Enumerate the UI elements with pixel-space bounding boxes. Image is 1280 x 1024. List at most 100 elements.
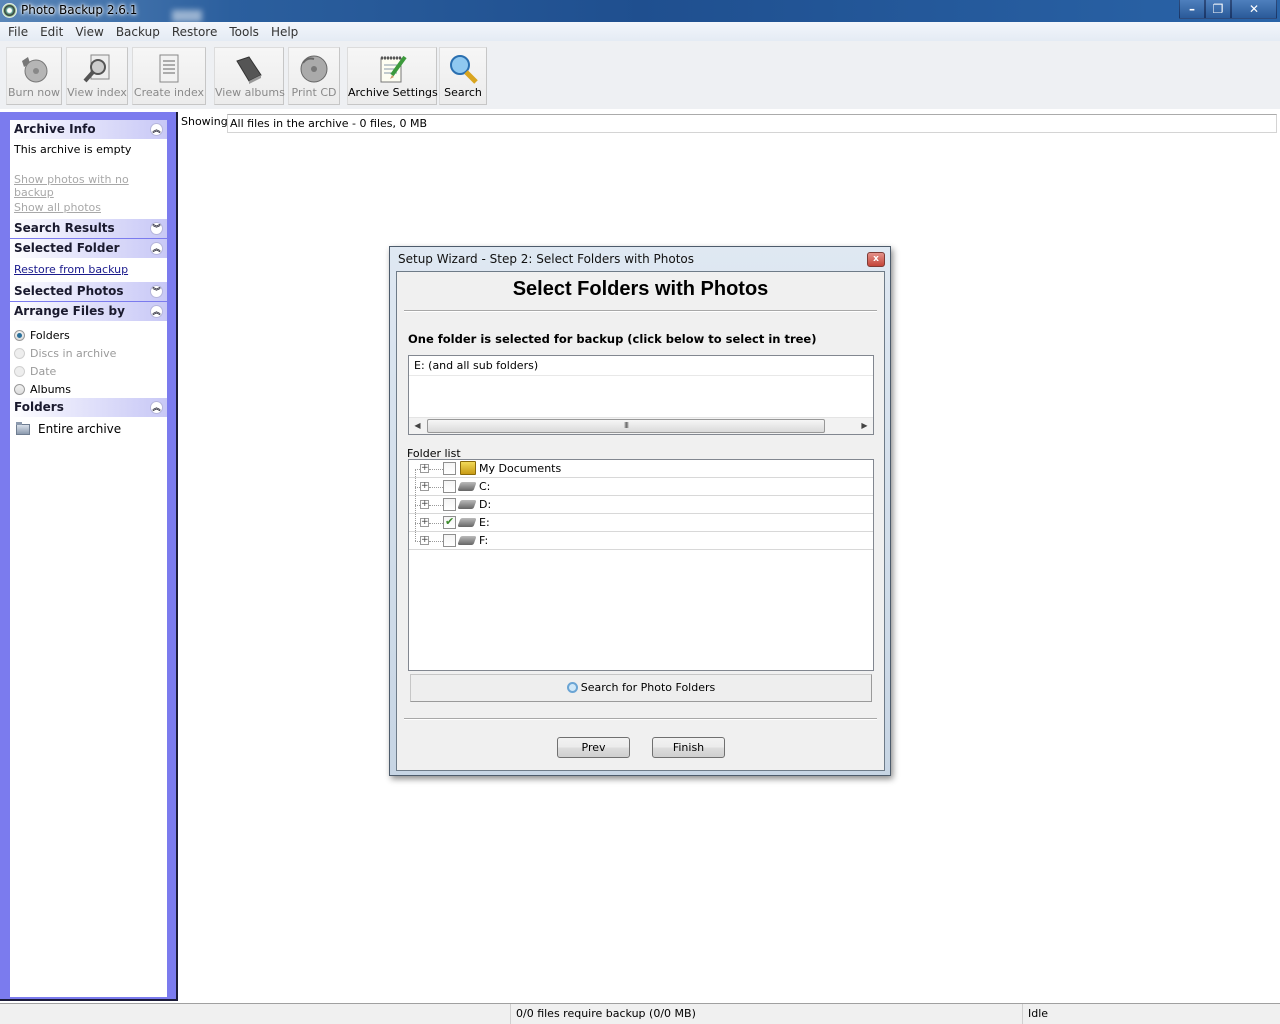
app-cd-icon (2, 3, 17, 18)
drive-icon (457, 518, 477, 527)
search-results-title: Search Results (14, 221, 115, 235)
search-button[interactable]: Search (439, 47, 487, 105)
tree-row-d[interactable]: + D: (409, 496, 873, 514)
menu-tools[interactable]: Tools (223, 25, 265, 39)
radio-button[interactable] (14, 365, 25, 377)
arrange-files-header[interactable]: Arrange Files by ︽ (10, 302, 167, 321)
tree-label: E: (479, 516, 490, 529)
show-all-photos-link[interactable]: Show all photos (14, 201, 163, 214)
folder-tree[interactable]: + My Documents + C: + D: + ✔ E: + F: (408, 459, 874, 671)
selected-folder-header[interactable]: Selected Folder ︽ (10, 239, 167, 258)
collapse-chevron-icon[interactable]: ︽ (150, 123, 163, 136)
status-separator (1022, 1004, 1023, 1024)
menu-view[interactable]: View (69, 25, 109, 39)
view-index-button[interactable]: View index (66, 47, 128, 105)
arrange-option-discs[interactable]: Discs in archive (14, 344, 163, 362)
my-documents-icon (460, 461, 476, 475)
burn-now-button[interactable]: Burn now (6, 47, 62, 105)
folder-checkbox-checked[interactable] (443, 515, 456, 529)
left-panel: Archive Info ︽ This archive is empty Sho… (0, 112, 178, 1001)
option-label: Folders (30, 328, 70, 342)
finish-button[interactable]: Finish (652, 737, 725, 758)
arrange-option-date[interactable]: Date (14, 362, 163, 380)
create-index-button[interactable]: Create index (132, 47, 206, 105)
search-photo-folders-button[interactable]: Search for Photo Folders (410, 674, 872, 702)
scroll-left-arrow-icon[interactable]: ◀ (409, 418, 426, 434)
prev-button[interactable]: Prev (557, 737, 630, 758)
search-label: Search (444, 86, 482, 99)
tree-connector (429, 541, 443, 542)
idle-status-text: Idle (1028, 1007, 1049, 1020)
tree-row-my-documents[interactable]: + My Documents (409, 460, 873, 478)
drive-icon (457, 500, 477, 509)
menu-file[interactable]: File (2, 25, 34, 39)
radio-button[interactable] (14, 347, 25, 359)
create-index-label: Create index (133, 86, 205, 99)
magnifier-icon (566, 682, 578, 693)
restore-from-backup-link[interactable]: Restore from backup (14, 263, 163, 276)
tree-label: C: (479, 480, 491, 493)
expand-plus-icon[interactable]: + (420, 482, 429, 491)
folders-header[interactable]: Folders ︽ (10, 398, 167, 417)
maximize-button[interactable]: ❐ (1205, 0, 1231, 19)
tree-label: My Documents (479, 462, 562, 475)
archive-status-text: This archive is empty (14, 143, 132, 156)
close-button[interactable]: ✕ (1231, 0, 1277, 19)
folder-checkbox[interactable] (443, 498, 456, 511)
expand-plus-icon[interactable]: + (420, 536, 429, 545)
view-albums-label: View albums (215, 86, 285, 99)
archive-settings-label: Archive Settings (348, 86, 438, 99)
tree-row-c[interactable]: + C: (409, 478, 873, 496)
radio-button[interactable] (14, 329, 25, 341)
tree-connector (429, 469, 443, 470)
notepad-pencil-icon (380, 55, 407, 83)
collapse-chevron-icon[interactable]: ︽ (150, 242, 163, 255)
print-cd-label: Print CD (291, 86, 337, 99)
album-book-icon (236, 56, 262, 84)
arrange-option-albums[interactable]: Albums (14, 380, 163, 398)
create-index-icon (159, 54, 179, 83)
tree-connector (429, 523, 443, 524)
menu-backup[interactable]: Backup (110, 25, 166, 39)
selected-photos-header[interactable]: Selected Photos ︾ (10, 282, 167, 301)
archive-info-header[interactable]: Archive Info ︽ (10, 120, 167, 139)
print-cd-button[interactable]: Print CD (288, 47, 340, 105)
arrange-files-title: Arrange Files by (14, 304, 125, 318)
dialog-close-button[interactable]: x (867, 252, 885, 267)
expand-plus-icon[interactable]: + (420, 518, 429, 527)
minimize-button[interactable]: – (1179, 0, 1205, 19)
search-results-header[interactable]: Search Results ︾ (10, 219, 167, 238)
arrange-option-folders[interactable]: Folders (14, 326, 163, 344)
option-label: Albums (30, 382, 71, 396)
tree-label: F: (479, 534, 489, 547)
tree-row-e[interactable]: + E: (409, 514, 873, 532)
show-photos-no-backup-link[interactable]: Show photos with no backup (14, 173, 163, 199)
menu-help[interactable]: Help (265, 25, 304, 39)
expand-chevron-icon[interactable]: ︾ (150, 222, 163, 235)
expand-plus-icon[interactable]: + (420, 464, 429, 473)
view-albums-button[interactable]: View albums (214, 47, 285, 105)
collapse-chevron-icon[interactable]: ︽ (150, 401, 163, 414)
option-label: Date (30, 364, 57, 378)
dialog-body: Select Folders with Photos One folder is… (396, 271, 885, 771)
collapse-chevron-icon[interactable]: ︽ (150, 305, 163, 318)
showing-filter-field[interactable]: All files in the archive - 0 files, 0 MB (227, 114, 1277, 133)
tree-row-f[interactable]: + F: (409, 532, 873, 550)
menu-restore[interactable]: Restore (166, 25, 224, 39)
selected-folder-item[interactable]: E: (and all sub folders) (414, 359, 538, 372)
horizontal-scrollbar[interactable]: ◀ III ▶ (409, 417, 873, 434)
selected-folders-list[interactable]: E: (and all sub folders) ◀ III ▶ (408, 355, 874, 435)
expand-chevron-icon[interactable]: ︾ (150, 285, 163, 298)
folder-checkbox[interactable] (443, 534, 456, 547)
folder-item-entire-archive[interactable]: Entire archive (14, 421, 163, 437)
archive-settings-button[interactable]: Archive Settings (347, 47, 438, 105)
scroll-right-arrow-icon[interactable]: ▶ (856, 418, 873, 434)
folder-checkbox[interactable] (443, 480, 456, 493)
menu-bar: File Edit View Backup Restore Tools Help (0, 22, 1280, 41)
backup-status-text: 0/0 files require backup (0/0 MB) (516, 1007, 696, 1020)
scroll-thumb[interactable]: III (427, 419, 825, 433)
menu-edit[interactable]: Edit (34, 25, 69, 39)
expand-plus-icon[interactable]: + (420, 500, 429, 509)
folder-checkbox[interactable] (443, 462, 456, 475)
radio-button[interactable] (14, 383, 25, 395)
